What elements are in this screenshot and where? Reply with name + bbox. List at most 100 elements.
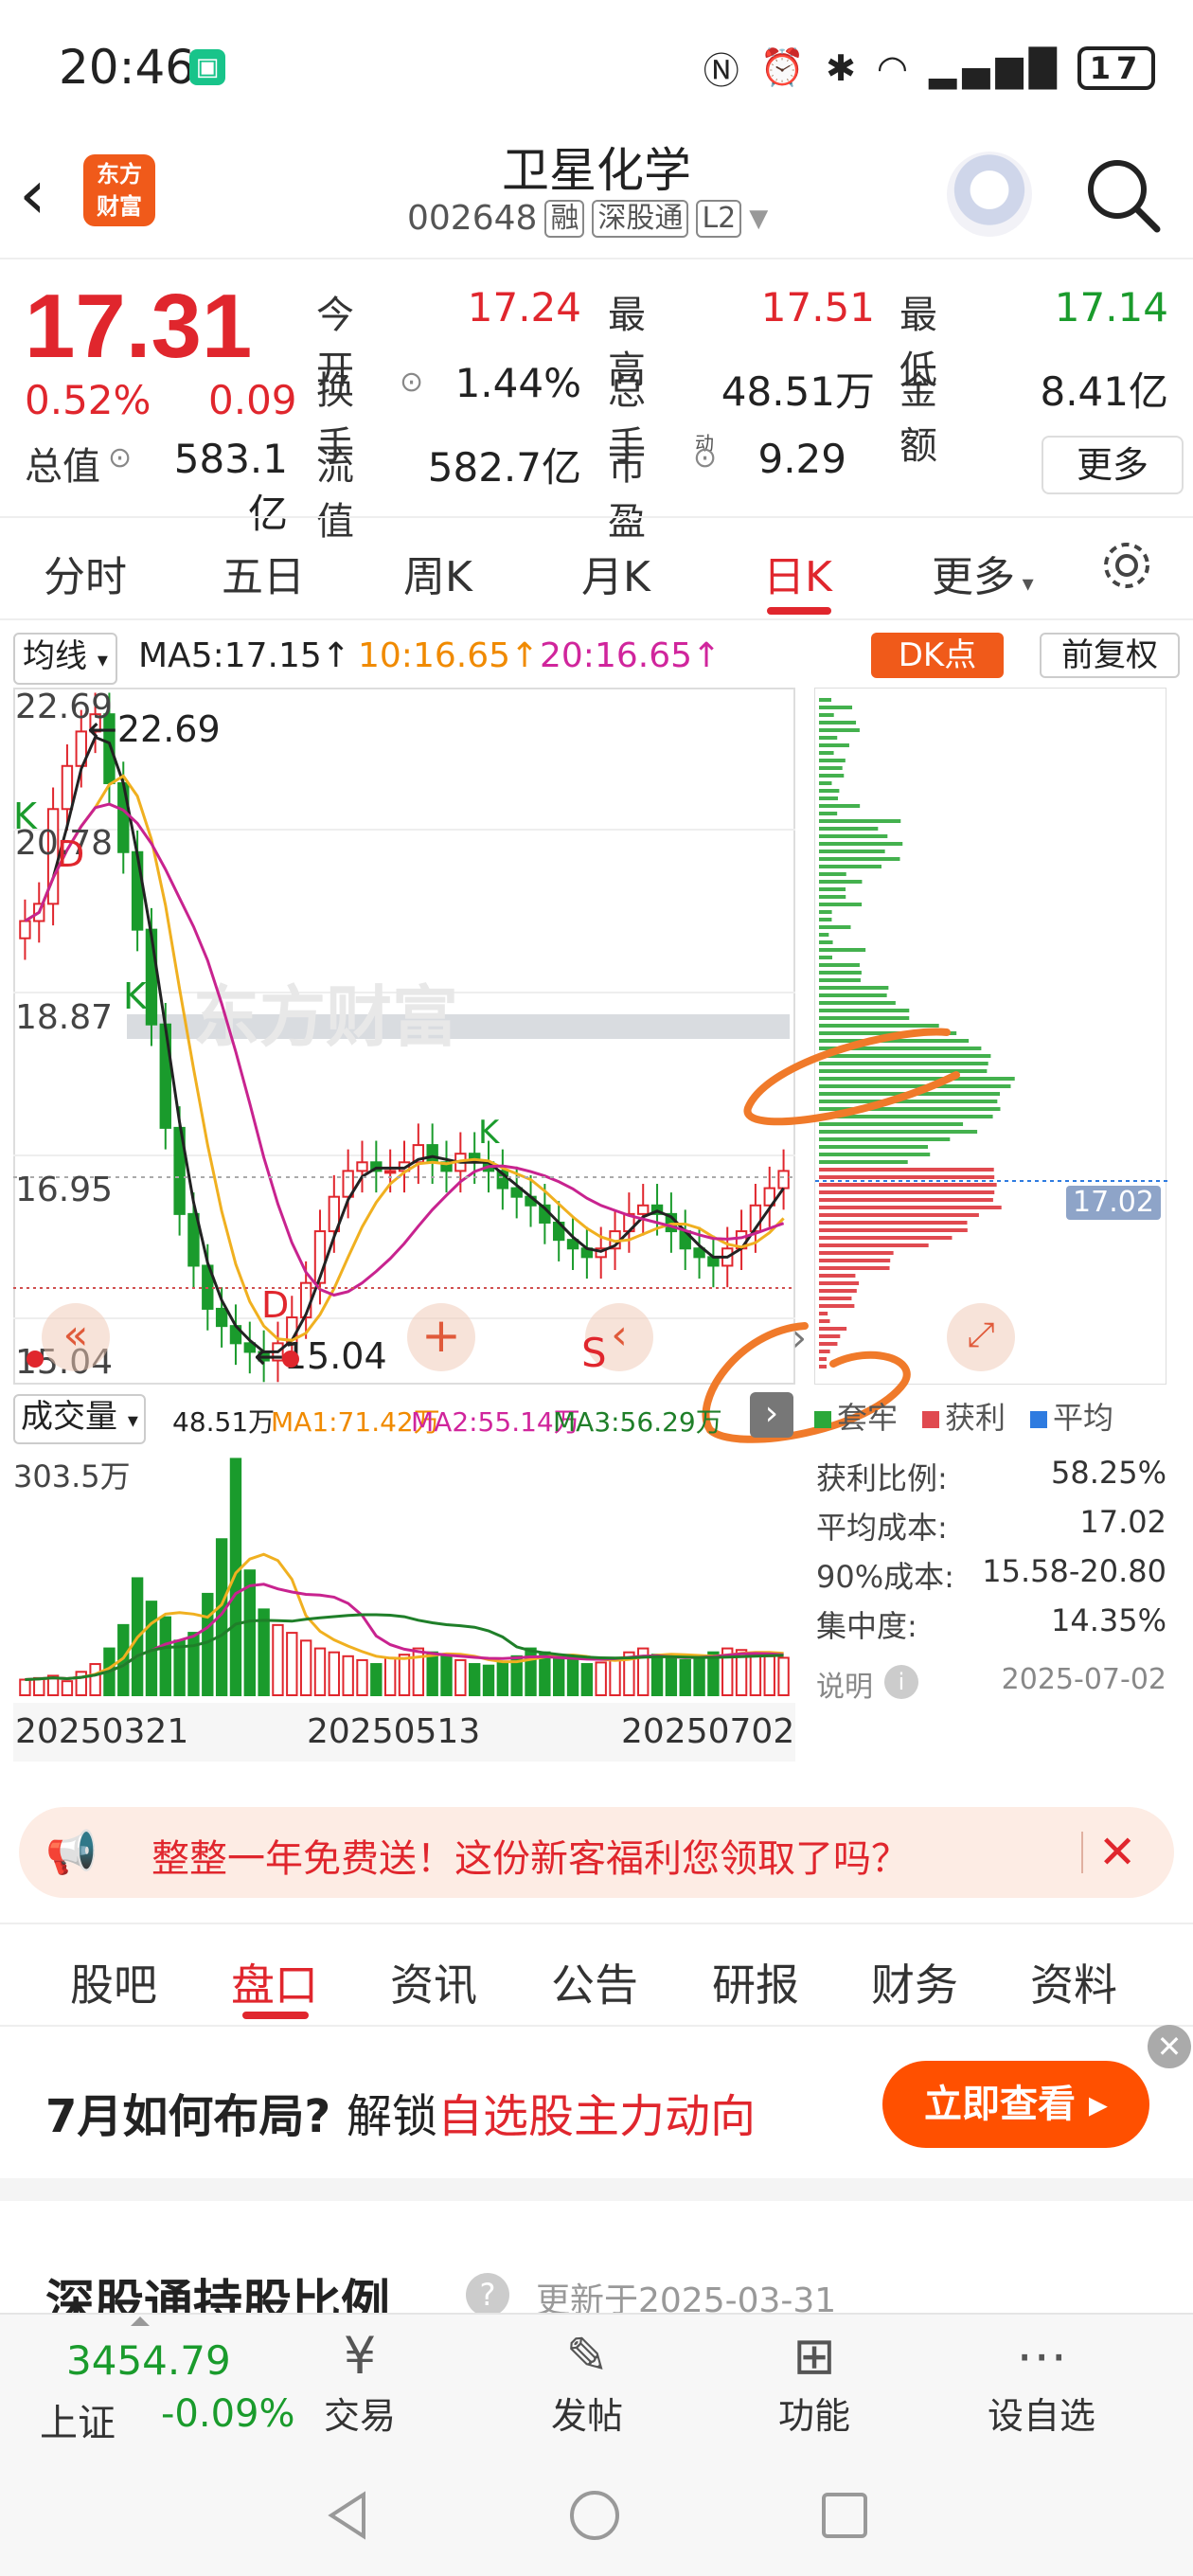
index-value[interactable]: 3454.79 [66, 2337, 231, 2384]
trapped-bar [819, 1009, 909, 1012]
yen-exchange-icon: ¥ [275, 2315, 445, 2387]
tab-announcements[interactable]: 公告 [551, 1951, 638, 2013]
kline-chart[interactable]: 东方财富 [13, 688, 795, 1385]
volume-bar [385, 1657, 395, 1695]
help-icon[interactable]: ? [466, 2273, 509, 2317]
trapped-bar [819, 736, 837, 740]
index-name[interactable]: 上证 [40, 2392, 116, 2447]
assistant-robot-icon[interactable] [947, 152, 1032, 237]
trapped-bar [819, 766, 843, 770]
nav-add-watchlist[interactable]: ⋯ 设自选 [956, 2315, 1127, 2439]
tab-news[interactable]: 资讯 [390, 1951, 477, 2013]
recents-nav-icon[interactable] [820, 2491, 869, 2540]
trapped-bar [819, 743, 849, 747]
profit-bar [819, 1266, 890, 1270]
volume-select[interactable]: 成交量 ▾ [13, 1394, 146, 1444]
profit-bar [819, 1243, 929, 1247]
volume-bar [778, 1657, 788, 1695]
profit-bar [819, 1274, 855, 1278]
tab-research[interactable]: 研报 [712, 1951, 799, 2013]
tab-five-day[interactable]: 五日 [222, 543, 305, 603]
trapped-bar [819, 993, 887, 997]
trapped-bar [819, 956, 832, 959]
tab-weekly[interactable]: 周K [403, 543, 472, 603]
trapped-bar [819, 948, 865, 952]
chevron-right-icon[interactable]: › [750, 1392, 793, 1438]
tab-monthly[interactable]: 月K [581, 543, 650, 603]
ad-highlight: 自选股主力动向 [437, 2090, 756, 2143]
info-icon[interactable]: ⊙ [693, 441, 717, 474]
volume-bar [610, 1657, 619, 1695]
trapped-bar [819, 887, 846, 891]
close-icon[interactable]: ✕ [1098, 1826, 1136, 1879]
profit-bar [819, 1168, 994, 1172]
date-end: 20250702 [621, 1712, 794, 1751]
ad-title: 7月如何布局? 解锁自选股主力动向 [45, 2079, 756, 2145]
stat-value: 14.35% [882, 1602, 1166, 1638]
zoom-in-button[interactable]: + [407, 1303, 475, 1371]
trapped-bar [819, 895, 846, 899]
divider [1081, 1832, 1083, 1873]
ma5-value: MA5:17.15↑ [138, 636, 350, 675]
tab-forum[interactable]: 股吧 [70, 1951, 157, 2013]
volume-select-label: 成交量 [21, 1398, 117, 1436]
adjustment-button[interactable]: 前复权 [1040, 633, 1180, 678]
tab-profile[interactable]: 资料 [1030, 1951, 1117, 2013]
trapped-bar [819, 971, 862, 975]
trapped-bar [819, 827, 878, 831]
tab-finance[interactable]: 财务 [871, 1951, 958, 2013]
tab-quotes[interactable]: 盘口 [231, 1951, 318, 2013]
pe-value: 9.29 [723, 436, 846, 482]
info-icon[interactable]: ⊙ [108, 441, 132, 474]
price-change: 0.09 [208, 377, 297, 423]
high-annotation: ←22.69 [87, 708, 221, 750]
nav-post[interactable]: ✎ 发帖 [502, 2315, 672, 2439]
k-marker: K [478, 1114, 499, 1152]
low-annotation: ←15.04 [254, 1335, 387, 1377]
trapped-bar [819, 698, 831, 702]
scroll-left-button[interactable]: « [42, 1303, 110, 1371]
candle-body [778, 1171, 788, 1188]
more-quote-button[interactable]: 更多 [1042, 436, 1184, 494]
volume-bar [34, 1678, 44, 1695]
legend-trapped-label: 套牢 [837, 1400, 898, 1436]
d-marker: D [57, 833, 84, 875]
indicator-select[interactable]: 均线 ▾ [13, 633, 117, 685]
trapped-bar [819, 812, 837, 815]
tab-daily[interactable]: 日K [763, 543, 832, 603]
nav-trade[interactable]: ¥ 交易 [275, 2315, 445, 2439]
search-icon [1079, 152, 1165, 237]
profit-bar [819, 1198, 993, 1202]
volume-chart[interactable] [13, 1447, 795, 1703]
back-nav-icon[interactable] [322, 2489, 375, 2542]
section-divider [0, 2178, 1193, 2201]
tab-intraday[interactable]: 分时 [44, 543, 127, 603]
index-change[interactable]: -0.09% [161, 2392, 295, 2436]
legend-average-label: 平均 [1053, 1400, 1113, 1436]
home-nav-icon[interactable] [568, 2489, 621, 2542]
info-icon[interactable]: i [884, 1665, 918, 1699]
chip-stats: 获利比例: 58.25% 平均成本: 17.02 90%成本: 15.58-20… [816, 1455, 1166, 1712]
volume-bar [441, 1656, 451, 1695]
candle-body [133, 852, 142, 930]
trapped-bar [819, 918, 831, 921]
settings-gear-icon[interactable] [1098, 537, 1155, 604]
chevron-down-icon[interactable]: ▼ [749, 205, 768, 233]
content-tabs: 股吧 盘口 资讯 公告 研报 财务 资料 [0, 1923, 1193, 2027]
chip-note-row[interactable]: 说明 i 2025-07-02 [816, 1663, 1166, 1712]
volume-bar [287, 1633, 296, 1695]
view-now-button[interactable]: 立即查看 ▸ [882, 2061, 1149, 2148]
dk-point-button[interactable]: DK点 [871, 633, 1004, 678]
volume-legend-row: 成交量 ▾ 48.51万 MA1:71.42万 MA2:55.14万 MA3:5… [0, 1388, 795, 1443]
period-tabs: 分时 五日 周K 月K 日K 更多 ▾ [0, 516, 1193, 620]
promo-text[interactable]: 整整一年免费送！这份新客福利您领取了吗？ [151, 1828, 909, 1883]
system-icons: Ⓝ ⏰ ✱ ◠ ▂▄▆█ 17 [703, 42, 1155, 94]
close-icon[interactable]: ✕ [1148, 2025, 1191, 2068]
nav-functions[interactable]: ⊞ 功能 [729, 2315, 899, 2439]
profit-bar [819, 1281, 859, 1285]
wifi-icon: ◠ [877, 47, 914, 89]
vol-ma3: MA3:56.29万 [553, 1402, 722, 1440]
tab-more[interactable]: 更多 ▾ [932, 543, 1034, 603]
expand-caret-icon[interactable] [131, 2317, 150, 2326]
search-button[interactable] [1079, 152, 1165, 237]
